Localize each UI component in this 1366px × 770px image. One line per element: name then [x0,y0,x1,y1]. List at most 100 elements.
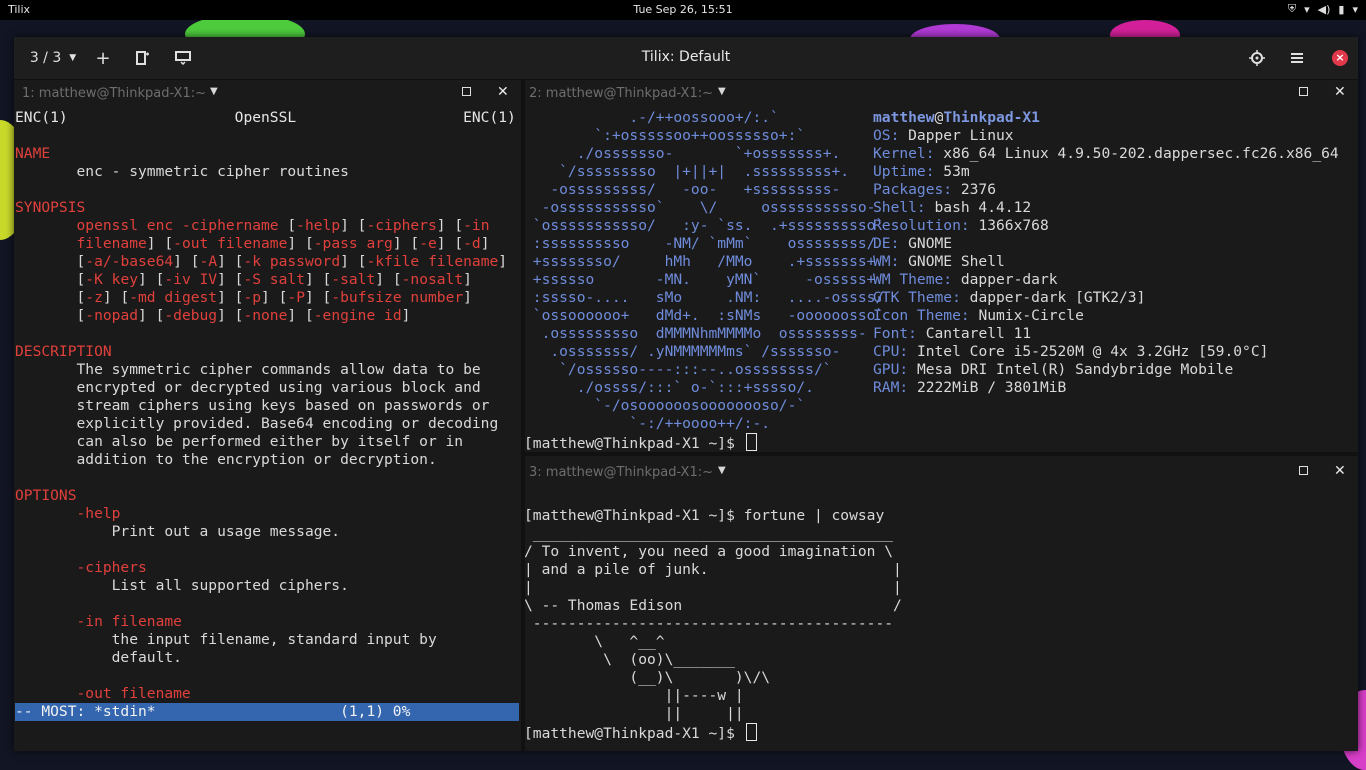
info-row: Kernel: x86_64 Linux 4.9.50-202.dapperse… [873,145,1358,163]
window-close-button[interactable]: × [1332,50,1348,66]
close-icon[interactable]: ✕ [1334,463,1346,479]
info-value: Numix-Circle [969,307,1084,324]
system-tray[interactable]: ⛨ ▾ ◀) ▮ ▾ [1288,2,1358,16]
at-sign: @ [934,109,944,126]
man-text: -md digest [129,289,218,306]
terminal-line: \ -- Thomas Edison / [525,597,902,614]
pane-1-title[interactable]: 1: matthew@Thinkpad-X1:~ [22,86,206,101]
info-key: CPU: [873,343,909,360]
terminal-line: | and a pile of junk. | [525,561,902,578]
info-row: GPU: Mesa DRI Intel(R) Sandybridge Mobil… [873,361,1358,379]
man-text: -none [243,307,288,324]
man-text: ] [ [304,271,332,288]
man-text: openssl enc -ciphername [15,217,288,234]
man-line [15,667,521,685]
man-text: can also be performed either by itself o… [15,433,464,450]
man-line [15,127,521,145]
man-text: default. [15,649,182,666]
man-text: -kfile filename [366,253,499,270]
terminal-line: ________________________________________… [525,525,894,542]
man-text: ] [ [173,253,200,270]
man-line: NAME [15,145,521,163]
info-key: Resolution: [873,217,970,234]
man-text: -P [287,289,305,306]
close-icon[interactable]: ✕ [1334,84,1346,100]
info-key: OS: [873,127,900,144]
menu-button[interactable] [1286,45,1308,71]
man-text: -help [296,217,341,234]
man-text: ] [ [146,235,174,252]
terminal-line: \ ^__^ [525,633,665,650]
shell-prompt: [matthew@Thinkpad-X1 ~]$ [525,725,744,742]
info-value: bash 4.4.12 [925,199,1032,216]
logo-line: :ssssssssso -NM/ `mMm` ossssssss/ [525,235,876,252]
most-status-bar: -- MOST: *stdin* (1,1) 0% [15,703,519,721]
pane-2-title[interactable]: 2: matthew@Thinkpad-X1:~ [529,86,713,101]
find-button[interactable] [1246,45,1268,71]
distro-logo-ascii: .-/++oossooo+/:.` `:+osssssoo++oossssso+… [525,109,884,433]
info-value: GNOME [899,235,953,252]
logo-line: `:+osssssoo++oossssso+:` [525,127,806,144]
info-key: WM Theme: [873,271,953,288]
info-value: Dapper Linux [899,127,1014,144]
terminal-line: / To invent, you need a good imagination… [525,543,894,560]
chevron-down-icon[interactable]: ▼ [718,86,726,97]
man-text: addition to the encryption or decryption… [15,451,437,468]
maximize-icon[interactable] [462,87,471,96]
info-row: Shell: bash 4.4.12 [873,199,1358,217]
logo-line: -osssssssss/ -oo- +sssssssss- [525,181,841,198]
chevron-down-icon: ▾ [1352,2,1358,16]
window-title: Tilix: Default [641,49,731,65]
maximize-icon[interactable] [1299,87,1308,96]
chevron-down-icon[interactable]: ▼ [210,86,218,97]
terminal-pane-2[interactable]: 2: matthew@Thinkpad-X1:~ ▼ ✕ .-/++oossoo… [525,82,1358,452]
info-row: Packages: 2376 [873,181,1358,199]
logo-line: .-/++oossooo+/:.` [525,109,779,126]
horizontal-splitter[interactable] [525,452,1358,456]
logo-line: `-:/++oooo++/:-. [525,415,771,432]
man-text: -salt [331,271,376,288]
clock[interactable]: Tue Sep 26, 15:51 [0,3,1366,16]
info-row: WM Theme: dapper-dark [873,271,1358,289]
man-line: DESCRIPTION [15,343,521,361]
info-key: Font: [873,325,917,342]
info-row: Icon Theme: Numix-Circle [873,307,1358,325]
man-line: -help [15,505,521,523]
man-text: -nopad [85,307,139,324]
man-text: -in [463,217,490,234]
terminal-line: (__)\ )\/\ [525,669,771,686]
man-text: -K key [85,271,139,288]
man-line: explicitly provided. Base64 encoding or … [15,415,521,433]
info-key: GPU: [873,361,909,378]
info-key: Shell: [873,199,926,216]
text-cursor [745,433,757,451]
close-icon[interactable]: ✕ [497,84,509,100]
man-text: [ [15,307,86,324]
man-text: -S salt [243,271,305,288]
man-text: -A [199,253,218,270]
man-text: ] [401,307,411,324]
info-key: WM: [873,253,900,270]
man-text: ] [ [217,307,244,324]
info-key: Uptime: [873,163,935,180]
tilix-window: 3 / 3 ▼ + Tilix: Default × 1: matthew@Th… [14,37,1358,751]
man-text: The symmetric cipher commands allow data… [15,361,481,378]
man-line [15,325,521,343]
man-text: ] [ [217,271,244,288]
man-text: ] [ [138,307,165,324]
man-text: ] [ [217,253,244,270]
pane-2-titlebar: 2: matthew@Thinkpad-X1:~ ▼ ✕ [525,82,1358,104]
chevron-down-icon[interactable]: ▼ [718,465,726,476]
terminal-line: ||----w | [525,687,744,704]
terminal-line: [matthew@Thinkpad-X1 ~]$ fortune | cowsa… [525,507,885,524]
maximize-icon[interactable] [1299,466,1308,475]
terminal-pane-3[interactable]: 3: matthew@Thinkpad-X1:~ ▼ ✕ [matthew@Th… [525,461,1358,751]
man-text: [ [15,289,86,306]
man-text: the input filename, standard input by [15,631,437,648]
terminal-line: || || [525,705,744,722]
man-text: ] [ [436,217,464,234]
pane-1-titlebar: 1: matthew@Thinkpad-X1:~ ▼ ✕ [14,82,521,104]
pane-3-title[interactable]: 3: matthew@Thinkpad-X1:~ [529,465,713,480]
terminal-pane-1[interactable]: 1: matthew@Thinkpad-X1:~ ▼ ✕ ENC(1) Open… [14,82,521,751]
